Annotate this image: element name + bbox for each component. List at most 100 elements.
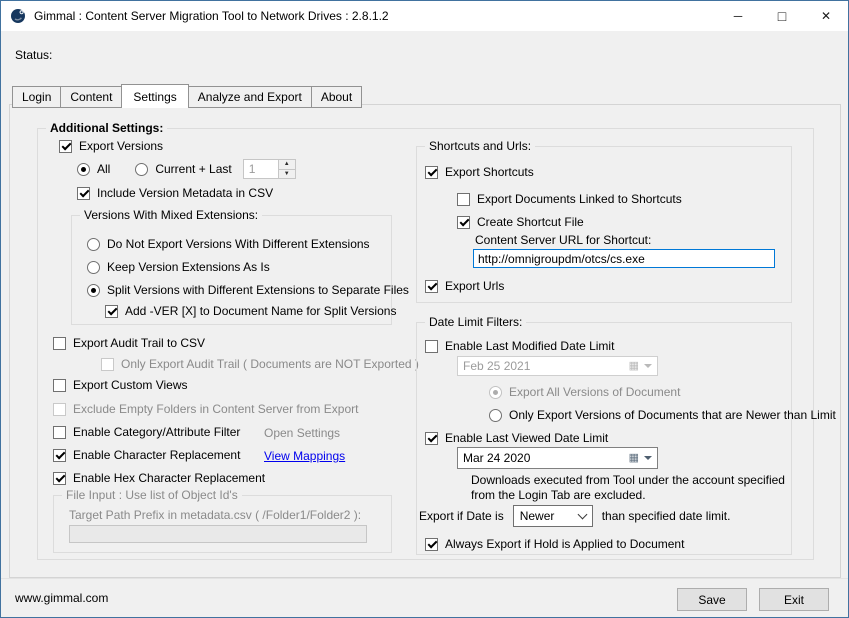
chevron-down-icon [577,510,587,520]
export-if-label: Export if Date is [419,509,504,523]
radio-keep-extensions-as-is[interactable]: Keep Version Extensions As Is [87,259,270,275]
radio-icon [489,386,502,399]
shortcut-url-label: Content Server URL for Shortcut: [475,233,651,247]
radio-icon [489,409,502,422]
tab-strip: Login Content Settings Analyze and Expor… [12,84,362,108]
checkbox-export-shortcuts[interactable]: Export Shortcuts [425,164,534,180]
checkbox-icon [53,449,66,462]
radio-export-all-versions[interactable]: Export All Versions of Document [489,384,680,400]
date-limit-filters-group: Date Limit Filters: Enable Last Modified… [416,322,792,555]
radio-do-not-export-versions[interactable]: Do Not Export Versions With Different Ex… [87,236,370,252]
checkbox-export-versions[interactable]: Export Versions [59,138,163,154]
checkbox-add-ver-suffix[interactable]: Add -VER [X] to Document Name for Split … [105,303,396,319]
checkbox-exclude-empty-folders[interactable]: Exclude Empty Folders in Content Server … [53,401,358,417]
checkbox-icon [59,140,72,153]
additional-settings-group: Additional Settings: Export Versions All… [37,128,814,560]
settings-tab-page: Additional Settings: Export Versions All… [9,104,841,578]
checkbox-icon [77,187,90,200]
app-window: Gimmal : Content Server Migration Tool t… [0,0,849,618]
checkbox-enable-hex-replacement[interactable]: Enable Hex Character Replacement [53,470,265,486]
stepper-buttons: ▲ ▼ [278,160,295,178]
radio-icon [135,163,148,176]
tab-content[interactable]: Content [60,86,122,108]
last-modified-date-picker[interactable]: Feb 25 2021 ▦ [457,356,658,376]
window-controls: ─ □ ✕ [716,1,848,31]
radio-only-newer-versions[interactable]: Only Export Versions of Documents that a… [489,407,836,423]
radio-all[interactable]: All [77,162,110,176]
dropdown-arrow-icon [644,456,652,460]
version-scope-row: All Current + Last 1 ▲ ▼ [77,159,296,179]
group-title: Additional Settings: [46,121,167,135]
checkbox-only-export-audit-trail[interactable]: Only Export Audit Trail ( Documents are … [101,356,419,372]
checkbox-icon [457,216,470,229]
shortcuts-and-urls-group: Shortcuts and Urls: Export Shortcuts Exp… [416,146,792,303]
calendar-icon: ▦ [629,361,639,372]
shortcut-url-input[interactable]: http://omnigroupdm/otcs/cs.exe [473,249,775,268]
checkbox-icon [105,305,118,318]
view-mappings-link[interactable]: View Mappings [264,449,345,463]
open-settings-link[interactable]: Open Settings [264,426,340,440]
title-bar: Gimmal : Content Server Migration Tool t… [1,1,848,31]
checkbox-always-export-hold[interactable]: Always Export if Hold is Applied to Docu… [425,536,684,552]
calendar-icon: ▦ [629,453,639,464]
mixed-extensions-group: Versions With Mixed Extensions: Do Not E… [71,215,392,325]
date-comparison-select[interactable]: Newer [513,505,593,527]
radio-current-plus-last[interactable]: Current + Last [135,162,231,176]
checkbox-create-shortcut-file[interactable]: Create Shortcut File [457,214,584,230]
save-button[interactable]: Save [677,588,747,611]
checkbox-icon [101,358,114,371]
exit-button[interactable]: Exit [759,588,829,611]
checkbox-export-custom-views[interactable]: Export Custom Views [53,377,188,393]
checkbox-export-urls[interactable]: Export Urls [425,278,504,294]
last-viewed-date-picker[interactable]: Mar 24 2020 ▦ [457,447,658,469]
close-icon[interactable]: ✕ [804,1,848,31]
website-label: www.gimmal.com [15,591,108,605]
checkbox-icon [425,280,438,293]
minimize-icon[interactable]: ─ [716,1,760,31]
export-if-date-row: Export if Date is Newer than specified d… [419,505,730,527]
checkbox-icon [53,337,66,350]
maximize-icon[interactable]: □ [760,1,804,31]
spin-up-icon[interactable]: ▲ [279,160,295,169]
checkbox-icon [425,166,438,179]
tab-login[interactable]: Login [12,86,61,108]
radio-split-versions[interactable]: Split Versions with Different Extensions… [87,282,409,298]
tab-settings[interactable]: Settings [121,84,188,108]
checkbox-include-version-metadata[interactable]: Include Version Metadata in CSV [77,185,273,201]
radio-icon [87,284,100,297]
checkbox-icon [457,193,470,206]
checkbox-icon [425,538,438,551]
group-title: Date Limit Filters: [425,315,526,329]
checkbox-enable-last-viewed[interactable]: Enable Last Viewed Date Limit [425,430,608,446]
target-path-label: Target Path Prefix in metadata.csv ( /Fo… [69,508,361,522]
checkbox-enable-last-modified[interactable]: Enable Last Modified Date Limit [425,338,614,354]
current-last-count-stepper[interactable]: 1 ▲ ▼ [243,159,296,179]
tab-about[interactable]: About [311,86,362,108]
checkbox-enable-category-filter[interactable]: Enable Category/Attribute Filter [53,424,240,440]
date-value: Mar 24 2020 [463,451,624,465]
stepper-value: 1 [244,160,278,178]
checkbox-enable-character-replacement[interactable]: Enable Character Replacement [53,447,240,463]
tab-analyze-and-export[interactable]: Analyze and Export [188,86,312,108]
footer-bar: www.gimmal.com Save Exit [1,578,848,617]
export-if-suffix: than specified date limit. [602,509,731,523]
gimmal-logo-icon [10,8,26,24]
radio-icon [87,261,100,274]
checkbox-export-audit-trail[interactable]: Export Audit Trail to CSV [53,335,205,351]
file-input-group: File Input : Use list of Object Id's Tar… [53,495,392,553]
dropdown-arrow-icon [644,364,652,368]
checkbox-icon [425,340,438,353]
status-label: Status: [15,48,52,62]
combo-value: Newer [520,509,555,523]
group-title: Versions With Mixed Extensions: [80,208,262,222]
date-value: Feb 25 2021 [463,359,624,373]
radio-icon [77,163,90,176]
spin-down-icon[interactable]: ▼ [279,169,295,179]
window-title: Gimmal : Content Server Migration Tool t… [34,9,389,23]
checkbox-icon [53,426,66,439]
checkbox-export-documents-linked[interactable]: Export Documents Linked to Shortcuts [457,191,682,207]
downloads-note: Downloads executed from Tool under the a… [471,473,785,503]
target-path-input[interactable] [69,525,367,543]
checkbox-icon [53,379,66,392]
checkbox-icon [53,403,66,416]
